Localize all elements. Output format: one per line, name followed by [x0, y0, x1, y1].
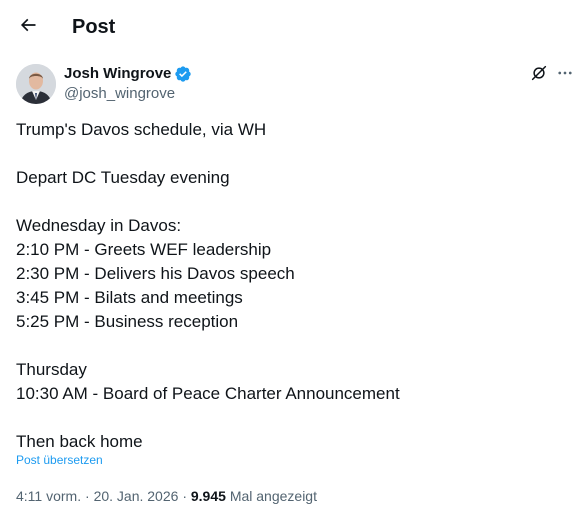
post-text-line: Depart DC Tuesday evening: [16, 168, 230, 187]
post-text-line: Trump's Davos schedule, via WH: [16, 120, 267, 139]
back-button[interactable]: [14, 13, 42, 41]
post-text-line: 2:10 PM - Greets WEF leadership: [16, 240, 272, 259]
top-bar: Post: [0, 0, 582, 53]
post-metadata: 4:11 vorm. · 20. Jan. 2026 · 9.945 Mal a…: [16, 487, 317, 505]
more-horizontal-icon: [556, 64, 574, 87]
post-text-line: 2:30 PM - Delivers his Davos speech: [16, 264, 295, 283]
meta-separator: ·: [182, 488, 187, 504]
grok-button[interactable]: [528, 64, 550, 86]
views-count: 9.945: [190, 488, 226, 504]
text-gap: [16, 190, 566, 214]
post-text-line: 10:30 AM - Board of Peace Charter Announ…: [16, 384, 400, 403]
arrow-left-icon: [18, 15, 38, 40]
grok-icon: [530, 64, 548, 87]
post-text-line: Then back home: [16, 432, 143, 451]
post-text: Trump's Davos schedule, via WH Depart DC …: [16, 118, 566, 454]
avatar[interactable]: [16, 64, 56, 104]
post-text-line: 3:45 PM - Bilats and meetings: [16, 288, 243, 307]
post-text-line: 5:25 PM - Business reception: [16, 312, 239, 331]
views-label: Mal angezeigt: [229, 488, 317, 504]
page-title: Post: [72, 16, 116, 38]
text-gap: [16, 334, 566, 358]
post-text-line: Thursday: [16, 360, 87, 379]
post-date[interactable]: 20. Jan. 2026: [94, 488, 179, 504]
verified-badge-icon: [174, 65, 192, 83]
author-handle[interactable]: @josh_wingrove: [64, 85, 175, 103]
meta-separator: ·: [85, 488, 90, 504]
text-gap: [16, 406, 566, 430]
translate-post-link[interactable]: Post übersetzen: [16, 452, 103, 468]
more-options-button[interactable]: [554, 64, 576, 86]
post-time[interactable]: 4:11 vorm.: [16, 488, 81, 504]
text-gap: [16, 142, 566, 166]
post-author: Josh Wingrove @josh_wingrove: [16, 64, 576, 106]
author-name[interactable]: Josh Wingrove: [64, 65, 171, 83]
post-text-line: Wednesday in Davos:: [16, 216, 182, 235]
